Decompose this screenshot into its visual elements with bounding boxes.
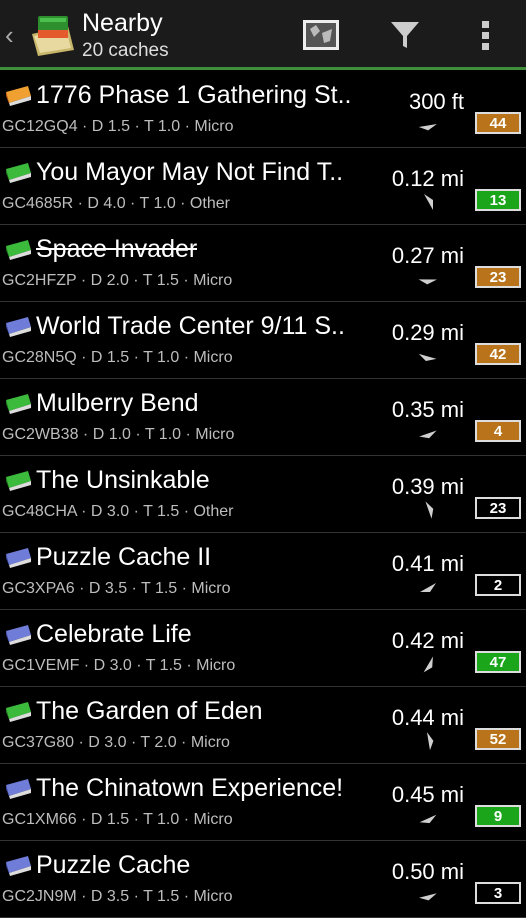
cache-distance: 0.41 mi — [391, 551, 464, 576]
direction-arrow-icon — [423, 656, 433, 673]
list-item[interactable]: Puzzle Cache GC2JN9M · D 3.5 · T 1.5 · Mi… — [0, 841, 526, 918]
list-item[interactable]: Celebrate Life GC1VEMF · D 3.0 · T 1.5 · … — [0, 610, 526, 687]
cache-type-icon — [6, 779, 31, 799]
back-chevron-icon[interactable]: ‹ — [5, 20, 14, 51]
favorite-count-badge: 13 — [475, 189, 521, 211]
action-bar: ‹ Nearby 20 caches — [0, 0, 526, 70]
cache-details: GC37G80 · D 3.0 · T 2.0 · Micro — [2, 734, 230, 751]
cache-name: The Garden of Eden — [36, 697, 263, 725]
list-item[interactable]: World Trade Center 9/11 S.. GC28N5Q · D 1… — [0, 302, 526, 379]
direction-arrow-icon — [425, 501, 434, 519]
list-item[interactable]: Space Invader GC2HFZP · D 2.0 · T 1.5 · M… — [0, 225, 526, 302]
cache-type-icon — [6, 548, 31, 568]
favorite-count-badge: 2 — [475, 574, 521, 596]
cache-details: GC1VEMF · D 3.0 · T 1.5 · Micro — [2, 657, 236, 674]
direction-arrow-icon — [418, 893, 437, 901]
cache-list[interactable]: 1776 Phase 1 Gathering St.. GC12GQ4 · D 1… — [0, 71, 526, 918]
cache-type-icon — [6, 856, 31, 876]
cache-distance: 0.39 mi — [391, 474, 464, 499]
overflow-menu-button[interactable] — [464, 14, 506, 56]
cache-type-icon — [6, 625, 31, 645]
favorite-count-badge: 42 — [475, 343, 521, 365]
cache-details: GC2WB38 · D 1.0 · T 1.0 · Micro — [2, 426, 235, 443]
cache-distance: 0.44 mi — [391, 705, 464, 730]
cache-details: GC1XM66 · D 1.5 · T 1.0 · Micro — [2, 811, 233, 828]
cache-distance: 0.50 mi — [391, 859, 464, 884]
direction-arrow-icon — [419, 430, 437, 439]
favorite-count-badge: 23 — [475, 266, 521, 288]
cache-distance: 0.45 mi — [391, 782, 464, 807]
list-item[interactable]: The Garden of Eden GC37G80 · D 3.0 · T 2.… — [0, 687, 526, 764]
map-button[interactable] — [300, 14, 342, 56]
cache-details: GC12GQ4 · D 1.5 · T 1.0 · Micro — [2, 118, 234, 135]
overflow-menu-icon — [482, 21, 489, 50]
direction-arrow-icon — [418, 353, 437, 361]
direction-arrow-icon — [419, 814, 437, 824]
list-item[interactable]: The Unsinkable GC48CHA · D 3.0 · T 1.5 · … — [0, 456, 526, 533]
cache-type-icon — [6, 163, 31, 183]
cache-details: GC2JN9M · D 3.5 · T 1.5 · Micro — [2, 888, 233, 905]
direction-arrow-icon — [420, 583, 436, 592]
filter-icon — [391, 22, 419, 48]
cache-name: The Unsinkable — [36, 466, 210, 494]
favorite-count-badge: 9 — [475, 805, 521, 827]
cache-type-icon — [6, 317, 31, 337]
cache-details: GC48CHA · D 3.0 · T 1.5 · Other — [2, 503, 234, 520]
cache-details: GC3XPA6 · D 3.5 · T 1.5 · Micro — [2, 580, 231, 597]
app-logo-icon[interactable] — [28, 10, 78, 60]
cache-type-icon — [6, 471, 31, 491]
map-icon — [303, 20, 339, 50]
cache-name: World Trade Center 9/11 S.. — [36, 312, 345, 340]
cache-details: GC2HFZP · D 2.0 · T 1.5 · Micro — [2, 272, 233, 289]
cache-distance: 0.35 mi — [391, 397, 464, 422]
cache-type-icon — [6, 86, 31, 106]
favorite-count-badge: 4 — [475, 420, 521, 442]
favorite-count-badge: 3 — [475, 882, 521, 904]
cache-details: GC4685R · D 4.0 · T 1.0 · Other — [2, 195, 230, 212]
cache-name: You Mayor May Not Find T.. — [36, 158, 344, 186]
cache-distance: 0.27 mi — [391, 243, 464, 268]
cache-details: GC28N5Q · D 1.5 · T 1.0 · Micro — [2, 349, 233, 366]
action-bar-divider — [0, 67, 526, 70]
cache-name: 1776 Phase 1 Gathering St.. — [36, 81, 352, 109]
direction-arrow-icon — [424, 194, 433, 210]
direction-arrow-icon — [418, 123, 437, 131]
cache-name: The Chinatown Experience! — [36, 774, 344, 802]
page-title: Nearby — [82, 9, 163, 37]
cache-name: Space Invader — [36, 235, 198, 263]
cache-distance: 0.42 mi — [391, 628, 464, 653]
favorite-count-badge: 52 — [475, 728, 521, 750]
list-item[interactable]: Puzzle Cache II GC3XPA6 · D 3.5 · T 1.5 ·… — [0, 533, 526, 610]
direction-arrow-icon — [418, 279, 437, 285]
page-subtitle: 20 caches — [82, 40, 169, 61]
cache-name: Celebrate Life — [36, 620, 192, 648]
cache-name: Puzzle Cache — [36, 851, 191, 879]
list-item[interactable]: Mulberry Bend GC2WB38 · D 1.0 · T 1.0 · M… — [0, 379, 526, 456]
favorite-count-badge: 23 — [475, 497, 521, 519]
list-item[interactable]: 1776 Phase 1 Gathering St.. GC12GQ4 · D 1… — [0, 71, 526, 148]
direction-arrow-icon — [426, 732, 434, 751]
cache-type-icon — [6, 702, 31, 722]
list-item[interactable]: The Chinatown Experience! GC1XM66 · D 1.5… — [0, 764, 526, 841]
cache-name: Puzzle Cache II — [36, 543, 212, 571]
favorite-count-badge: 44 — [475, 112, 521, 134]
list-item[interactable]: You Mayor May Not Find T.. GC4685R · D 4.… — [0, 148, 526, 225]
filter-button[interactable] — [384, 14, 426, 56]
cache-type-icon — [6, 394, 31, 414]
favorite-count-badge: 47 — [475, 651, 521, 673]
cache-name: Mulberry Bend — [36, 389, 199, 417]
cache-distance: 300 ft — [408, 89, 464, 114]
cache-type-icon — [6, 240, 31, 260]
cache-distance: 0.29 mi — [391, 320, 464, 345]
cache-distance: 0.12 mi — [391, 166, 464, 191]
